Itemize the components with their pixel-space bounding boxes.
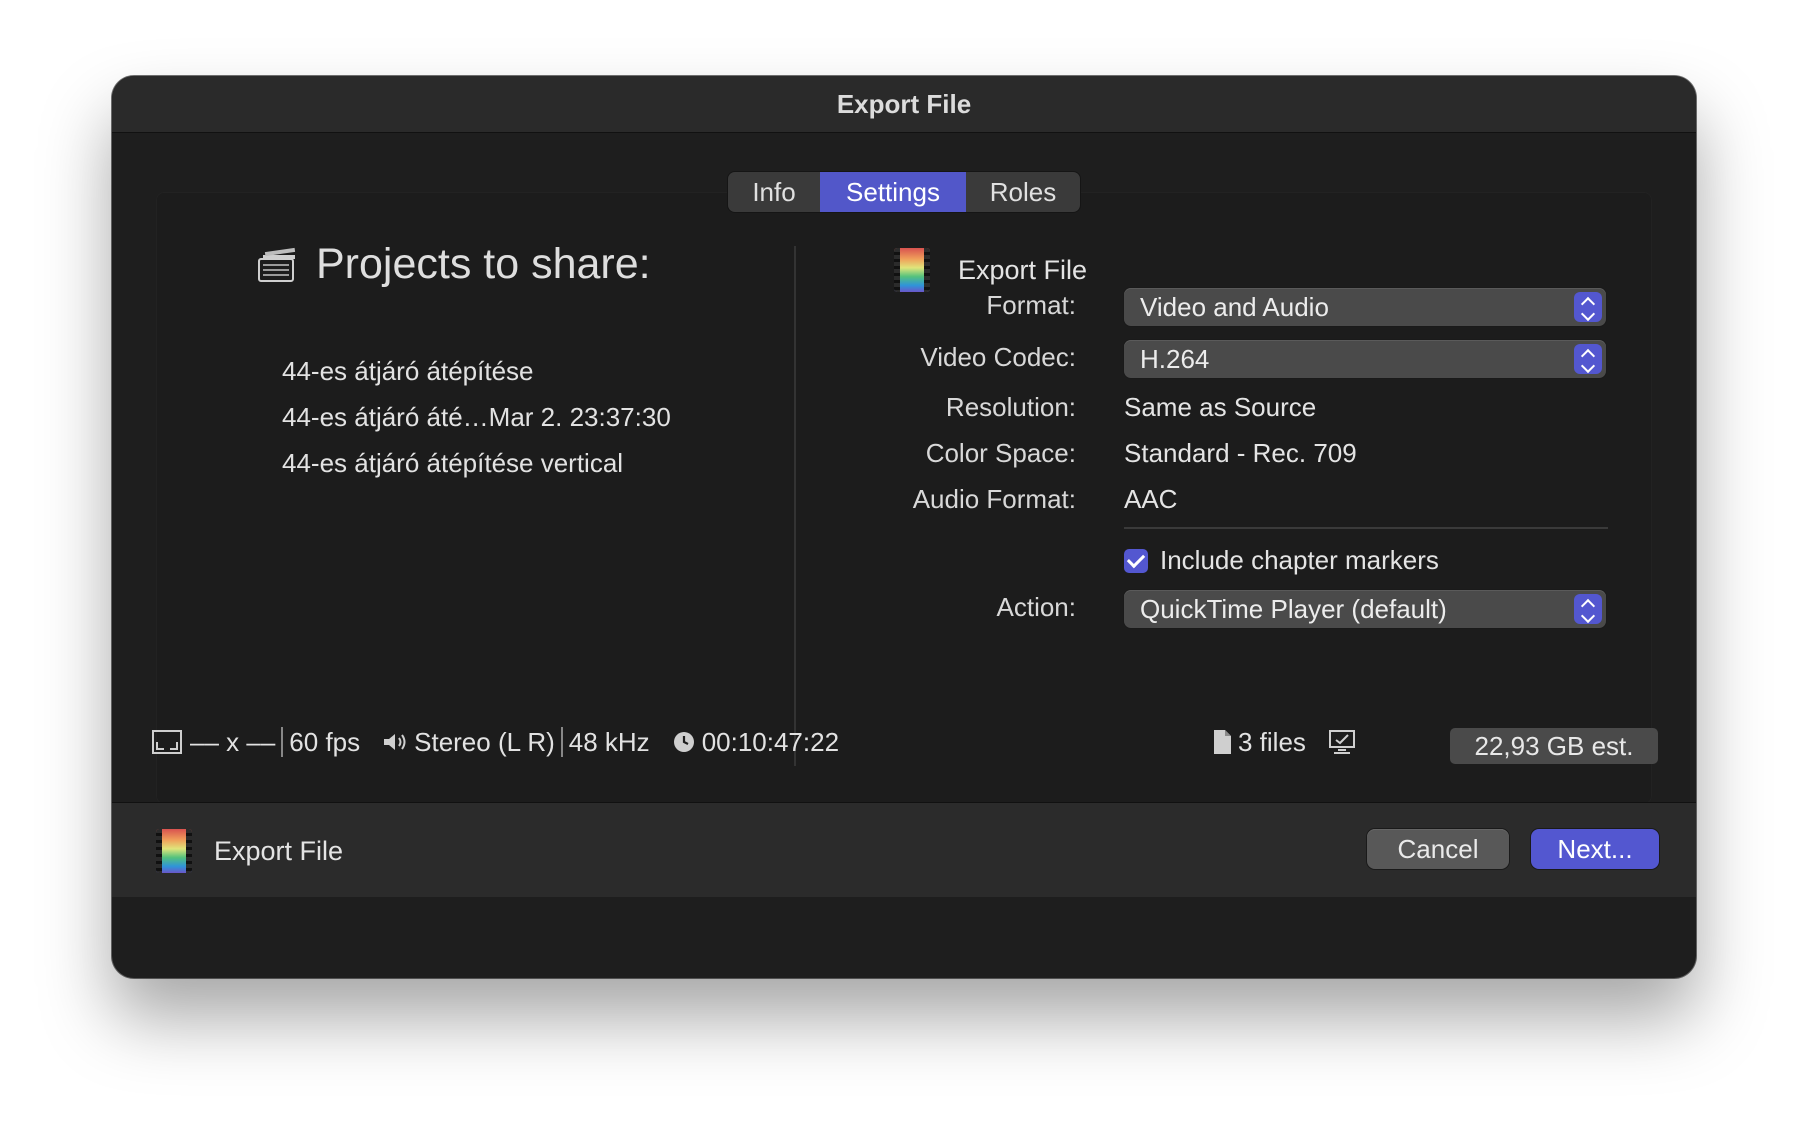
checkbox-checked-icon xyxy=(1124,548,1148,573)
project-item: 44-es átjáró átépítése xyxy=(282,356,534,386)
frame-size-icon xyxy=(152,730,182,754)
clock-icon xyxy=(673,732,694,752)
audio-channels: Stereo (L R) xyxy=(414,726,555,757)
project-list: 44-es átjáró átépítése 44-es átjáró áté…… xyxy=(282,348,671,486)
destination-header: Export File xyxy=(894,248,1087,292)
video-codec-popup[interactable]: H.264 xyxy=(1124,340,1606,378)
duration: 00:10:47:22 xyxy=(701,726,840,757)
color-space-value: Standard - Rec. 709 xyxy=(1124,438,1357,468)
popup-stepper-icon xyxy=(1574,344,1602,374)
projects-header: Projects to share: xyxy=(256,240,651,289)
frame-size: –– x –– xyxy=(190,726,276,757)
frame-rate: 60 fps xyxy=(289,726,361,757)
resolution-label: Resolution: xyxy=(945,392,1076,422)
format-popup[interactable]: Video and Audio xyxy=(1124,288,1606,326)
tab-bar: Info Settings Roles xyxy=(728,172,1080,212)
popup-stepper-icon xyxy=(1574,292,1602,322)
tab-settings[interactable]: Settings xyxy=(820,172,966,212)
destination-title: Export File xyxy=(958,254,1088,285)
projects-heading: Projects to share: xyxy=(316,240,651,288)
action-label: Action: xyxy=(996,592,1077,622)
chapter-markers-label: Include chapter markers xyxy=(1160,545,1439,575)
section-separator xyxy=(1124,527,1608,529)
action-popup[interactable]: QuickTime Player (default) xyxy=(1124,590,1606,628)
audio-format-value: AAC xyxy=(1124,484,1178,514)
popup-stepper-icon xyxy=(1574,594,1602,624)
status-separator xyxy=(560,727,563,757)
audio-format-label: Audio Format: xyxy=(912,484,1076,514)
cancel-button[interactable]: Cancel xyxy=(1367,829,1509,869)
tab-info[interactable]: Info xyxy=(728,172,820,212)
next-button[interactable]: Next... xyxy=(1531,829,1659,869)
window-title: Export File xyxy=(836,88,972,119)
project-item: 44-es átjáró átépítése vertical xyxy=(282,448,624,478)
video-status: –– x –– 60 fps Stereo (L R) 48 kHz 00:10… xyxy=(152,720,839,764)
sample-rate: 48 kHz xyxy=(568,726,650,757)
color-space-label: Color Space: xyxy=(925,438,1076,468)
document-icon xyxy=(1214,730,1231,754)
film-strip-icon xyxy=(894,248,930,292)
format-label: Format: xyxy=(986,290,1076,320)
file-status: 3 files xyxy=(1212,720,1356,764)
footer-destination: Export File xyxy=(156,829,343,873)
display-icon xyxy=(1328,730,1355,754)
size-estimate: 22,93 GB est. xyxy=(1450,728,1658,764)
format-value: Video and Audio xyxy=(1140,292,1329,322)
video-codec-value: H.264 xyxy=(1140,344,1210,374)
project-item: 44-es átjáró áté…Mar 2. 23:37:30 xyxy=(282,402,671,432)
footer-destination-label: Export File xyxy=(214,835,344,866)
column-divider xyxy=(794,246,796,766)
film-strip-icon xyxy=(156,829,192,873)
video-codec-label: Video Codec: xyxy=(920,342,1076,372)
footer-bar: Export File Cancel Next... xyxy=(112,802,1696,897)
chapter-markers-checkbox[interactable]: Include chapter markers xyxy=(1124,545,1439,576)
title-bar: Export File xyxy=(112,76,1696,133)
export-dialog: Export File Info Settings Roles Projects… xyxy=(112,76,1696,978)
action-value: QuickTime Player (default) xyxy=(1140,594,1447,624)
file-count: 3 files xyxy=(1238,726,1306,757)
tab-roles[interactable]: Roles xyxy=(966,172,1080,212)
clapperboard-icon xyxy=(258,247,296,282)
speaker-icon xyxy=(384,734,406,750)
status-separator xyxy=(281,727,284,757)
resolution-value: Same as Source xyxy=(1124,392,1317,422)
